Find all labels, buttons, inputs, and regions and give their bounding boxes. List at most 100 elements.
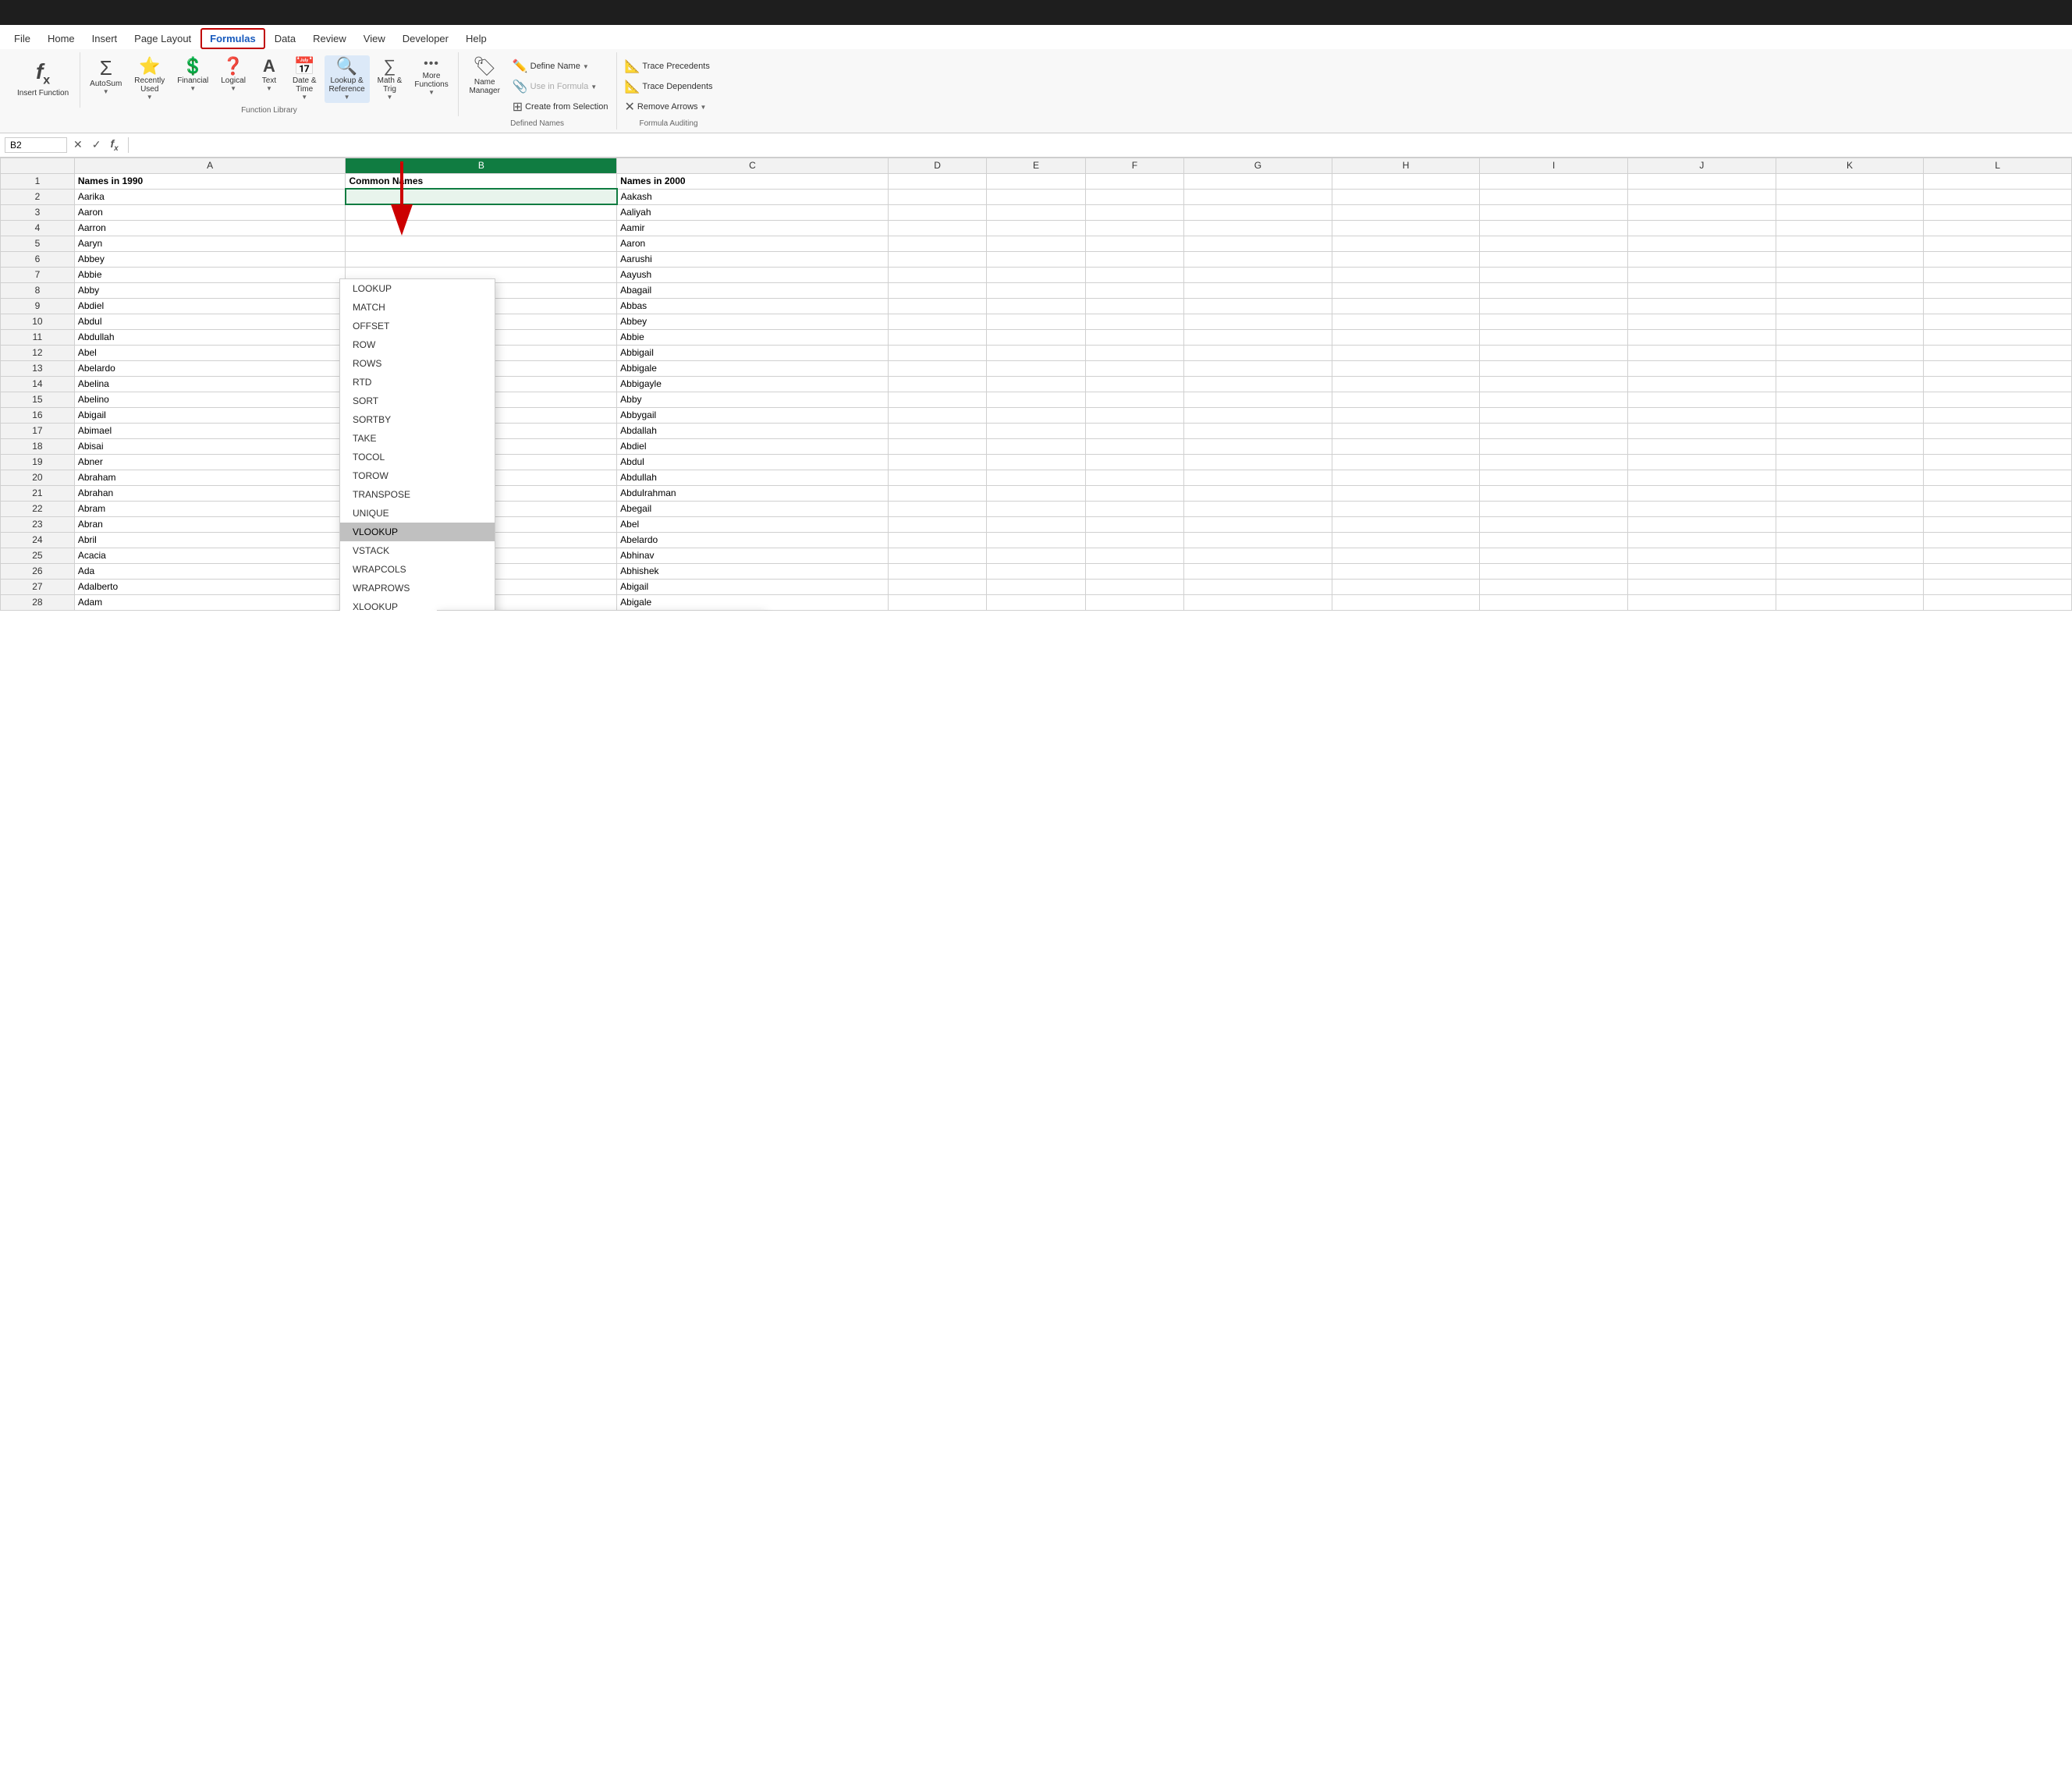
cell-r11c2[interactable]: Abbie — [617, 329, 889, 345]
cell-r13c5[interactable] — [1085, 360, 1183, 376]
cell-r14c2[interactable]: Abbigayle — [617, 376, 889, 392]
cell-r17c11[interactable] — [1924, 423, 2072, 438]
cell-r17c8[interactable] — [1480, 423, 1628, 438]
cell-r25c2[interactable]: Abhinav — [617, 548, 889, 563]
cell-r11c0[interactable]: Abdullah — [74, 329, 346, 345]
cell-r6c3[interactable] — [888, 251, 986, 267]
cell-r7c0[interactable]: Abbie — [74, 267, 346, 282]
cell-r28c10[interactable] — [1776, 594, 1924, 610]
cell-r13c11[interactable] — [1924, 360, 2072, 376]
cell-r1c9[interactable] — [1628, 173, 1776, 189]
cell-r15c5[interactable] — [1085, 392, 1183, 407]
cell-r8c4[interactable] — [987, 282, 1085, 298]
cell-r28c0[interactable]: Adam — [74, 594, 346, 610]
cell-r22c2[interactable]: Abegail — [617, 501, 889, 516]
cell-r4c7[interactable] — [1332, 220, 1480, 236]
cell-r27c5[interactable] — [1085, 579, 1183, 594]
cell-r16c4[interactable] — [987, 407, 1085, 423]
cell-r2c6[interactable] — [1184, 189, 1332, 204]
cell-r10c10[interactable] — [1776, 314, 1924, 329]
row-header-17[interactable]: 17 — [1, 423, 75, 438]
cell-r6c10[interactable] — [1776, 251, 1924, 267]
cell-r7c5[interactable] — [1085, 267, 1183, 282]
row-header-4[interactable]: 4 — [1, 220, 75, 236]
cell-r24c5[interactable] — [1085, 532, 1183, 548]
cell-r8c6[interactable] — [1184, 282, 1332, 298]
cell-r11c11[interactable] — [1924, 329, 2072, 345]
col-header-e[interactable]: E — [987, 158, 1085, 173]
cell-r3c1[interactable] — [346, 204, 617, 220]
cell-r27c4[interactable] — [987, 579, 1085, 594]
cell-r2c11[interactable] — [1924, 189, 2072, 204]
cell-r8c8[interactable] — [1480, 282, 1628, 298]
row-header-28[interactable]: 28 — [1, 594, 75, 610]
recently-used-button[interactable]: ⭐ RecentlyUsed ▼ — [130, 55, 169, 103]
cell-r19c6[interactable] — [1184, 454, 1332, 470]
cell-r28c11[interactable] — [1924, 594, 2072, 610]
row-header-19[interactable]: 19 — [1, 454, 75, 470]
cell-r17c3[interactable] — [888, 423, 986, 438]
cell-r21c5[interactable] — [1085, 485, 1183, 501]
cell-r10c8[interactable] — [1480, 314, 1628, 329]
cell-r4c10[interactable] — [1776, 220, 1924, 236]
cell-r1c1[interactable]: Common Names — [346, 173, 617, 189]
row-header-13[interactable]: 13 — [1, 360, 75, 376]
cell-r2c1[interactable] — [346, 189, 617, 204]
cell-r5c0[interactable]: Aaryn — [74, 236, 346, 251]
cell-r17c5[interactable] — [1085, 423, 1183, 438]
formula-bar-cancel[interactable]: ✕ — [70, 136, 86, 153]
row-header-5[interactable]: 5 — [1, 236, 75, 251]
cell-r3c8[interactable] — [1480, 204, 1628, 220]
cell-r19c3[interactable] — [888, 454, 986, 470]
cell-r4c4[interactable] — [987, 220, 1085, 236]
row-header-18[interactable]: 18 — [1, 438, 75, 454]
cell-r19c2[interactable]: Abdul — [617, 454, 889, 470]
dropdown-item-take[interactable]: TAKE — [340, 429, 495, 448]
dropdown-item-unique[interactable]: UNIQUE — [340, 504, 495, 523]
cell-r23c11[interactable] — [1924, 516, 2072, 532]
cell-r4c9[interactable] — [1628, 220, 1776, 236]
cell-r7c8[interactable] — [1480, 267, 1628, 282]
cell-r14c9[interactable] — [1628, 376, 1776, 392]
col-header-k[interactable]: K — [1776, 158, 1924, 173]
cell-r1c6[interactable] — [1184, 173, 1332, 189]
cell-r9c6[interactable] — [1184, 298, 1332, 314]
cell-r22c9[interactable] — [1628, 501, 1776, 516]
cell-r25c11[interactable] — [1924, 548, 2072, 563]
cell-r4c0[interactable]: Aarron — [74, 220, 346, 236]
create-from-selection-button[interactable]: ⊞ Create from Selection — [509, 97, 612, 116]
cell-r14c0[interactable]: Abelina — [74, 376, 346, 392]
col-header-c[interactable]: C — [617, 158, 889, 173]
name-box[interactable] — [5, 137, 67, 153]
cell-r24c0[interactable]: Abril — [74, 532, 346, 548]
cell-r16c10[interactable] — [1776, 407, 1924, 423]
cell-r16c5[interactable] — [1085, 407, 1183, 423]
lookup-reference-button[interactable]: 🔍 Lookup &Reference ▼ — [325, 55, 370, 103]
cell-r13c3[interactable] — [888, 360, 986, 376]
cell-r10c11[interactable] — [1924, 314, 2072, 329]
cell-r10c0[interactable]: Abdul — [74, 314, 346, 329]
autosum-button[interactable]: Σ AutoSum ▼ — [85, 55, 126, 97]
cell-r27c10[interactable] — [1776, 579, 1924, 594]
cell-r6c9[interactable] — [1628, 251, 1776, 267]
cell-r17c2[interactable]: Abdallah — [617, 423, 889, 438]
cell-r1c8[interactable] — [1480, 173, 1628, 189]
cell-r26c3[interactable] — [888, 563, 986, 579]
cell-r18c4[interactable] — [987, 438, 1085, 454]
cell-r11c6[interactable] — [1184, 329, 1332, 345]
cell-r12c8[interactable] — [1480, 345, 1628, 360]
cell-r17c6[interactable] — [1184, 423, 1332, 438]
cell-r8c7[interactable] — [1332, 282, 1480, 298]
cell-r17c9[interactable] — [1628, 423, 1776, 438]
dropdown-item-offset[interactable]: OFFSET — [340, 317, 495, 335]
cell-r18c10[interactable] — [1776, 438, 1924, 454]
cell-r25c10[interactable] — [1776, 548, 1924, 563]
cell-r16c7[interactable] — [1332, 407, 1480, 423]
menu-data[interactable]: Data — [267, 30, 303, 48]
cell-r16c9[interactable] — [1628, 407, 1776, 423]
cell-r9c10[interactable] — [1776, 298, 1924, 314]
cell-r5c7[interactable] — [1332, 236, 1480, 251]
cell-r8c11[interactable] — [1924, 282, 2072, 298]
row-header-25[interactable]: 25 — [1, 548, 75, 563]
cell-r28c7[interactable] — [1332, 594, 1480, 610]
